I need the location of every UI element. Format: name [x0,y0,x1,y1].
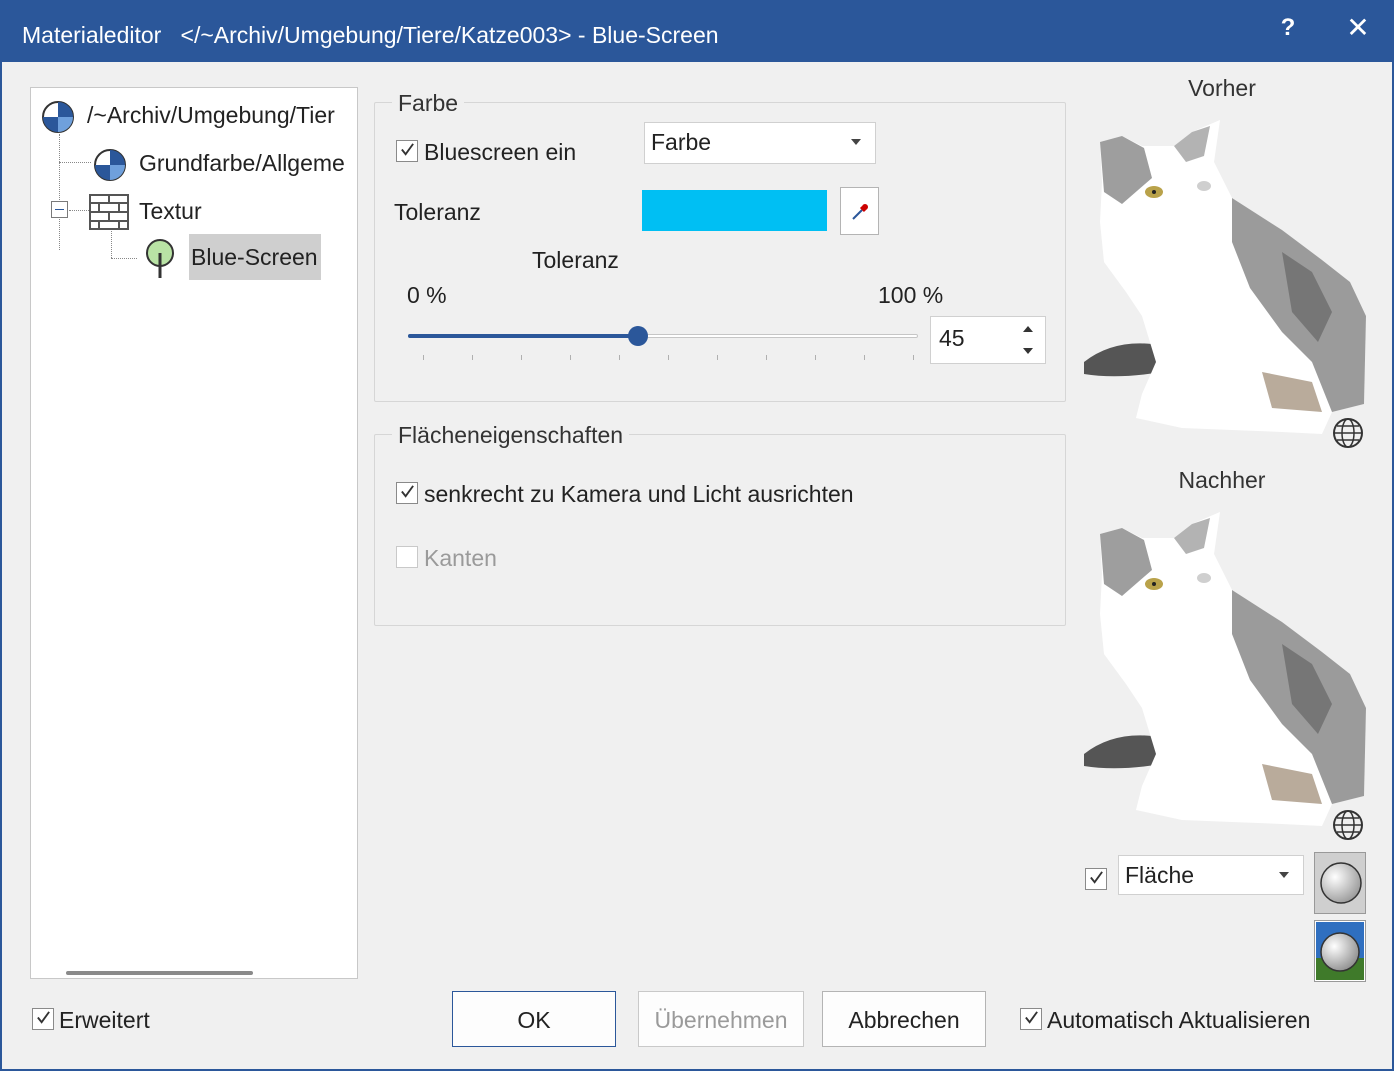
title-bar: Materialeditor </~Archiv/Umgebung/Tiere/… [2,2,1392,62]
help-button[interactable]: ? [1274,10,1302,46]
slider-tick [472,355,473,360]
after-title: Nachher [1178,467,1266,493]
apply-button[interactable]: Übernehmen [638,991,804,1047]
slider-thumb[interactable] [628,326,648,346]
slider-tick [766,355,767,360]
material-sphere-icon [42,101,74,133]
chevron-down-icon [1279,872,1289,878]
tree-icon [146,239,174,278]
before-title: Vorher [1188,75,1256,101]
cancel-button[interactable]: Abbrechen [822,991,986,1047]
tree-connector [59,134,60,250]
kanten-label: Kanten [424,545,497,571]
flaeche-checkbox[interactable] [1085,868,1107,890]
bluescreen-label: Bluescreen ein [424,139,577,165]
farbe-group-title: Farbe [392,90,465,117]
slider-tick [619,355,620,360]
before-preview-image [1082,112,1368,436]
align-checkbox[interactable] [396,482,418,504]
erweitert-checkbox[interactable] [32,1008,54,1030]
eyedropper-icon [852,204,868,220]
checkmark-icon [401,143,414,156]
chevron-down-icon [851,139,861,145]
slider-tick [864,355,865,360]
flaeche-select-value: Fläche [1125,862,1195,888]
checkmark-icon [37,1011,50,1024]
slider-tick [815,355,816,360]
erweitert-label: Erweitert [59,1007,150,1033]
material-tree[interactable]: /~Archiv/Umgebung/Tier Grundfarbe/Allgem… [30,87,358,979]
spin-buttons [1011,317,1045,363]
color-swatch[interactable] [642,190,827,231]
ok-button[interactable]: OK [452,991,616,1047]
spin-up-icon[interactable] [1023,326,1033,332]
tree-connector [111,228,112,258]
tree-connector [59,162,91,163]
toleranz-value: 45 [939,325,965,351]
kanten-checkbox[interactable] [396,546,418,568]
after-preview-image [1082,504,1368,828]
align-label: senkrecht zu Kamera und Licht ausrichten [424,481,854,507]
tree-connector [69,210,89,211]
auto-update-checkbox[interactable] [1020,1008,1042,1030]
material-editor-dialog: Materialeditor </~Archiv/Umgebung/Tiere/… [0,0,1394,1071]
slider-tick [668,355,669,360]
tree-item-root[interactable]: /~Archiv/Umgebung/Tier [41,96,357,136]
flaechen-group-title: Flächeneigenschaften [392,422,630,449]
sphere-landscape-icon [1316,922,1364,980]
brick-wall-icon [89,194,129,230]
collapse-toggle[interactable] [51,201,68,218]
auto-update-label: Automatisch Aktualisieren [1047,1007,1311,1033]
material-sphere-icon [94,149,126,181]
slider-title: Toleranz [532,247,619,273]
toleranz-color-label: Toleranz [394,199,481,225]
close-button[interactable]: ✕ [1342,10,1374,46]
flaeche-select[interactable]: Fläche [1118,855,1304,895]
spin-down-icon[interactable] [1023,348,1033,354]
tree-item-label: /~Archiv/Umgebung/Tier [87,102,335,128]
slider-min-label: 0 % [407,282,447,308]
toleranz-spinbox[interactable]: 45 [930,316,1046,364]
slider-tick [913,355,914,360]
sphere-icon [1320,862,1362,904]
slider-tick [521,355,522,360]
slider-tick [423,355,424,360]
tree-item-label: Blue-Screen [191,244,318,270]
tree-item-blue-screen[interactable]: Blue-Screen [143,238,343,278]
mode-select-value: Farbe [651,129,712,155]
tree-item-textur[interactable]: Textur [89,192,357,232]
checkmark-icon [401,485,414,498]
checkmark-icon [1090,871,1103,884]
tree-item-label: Grundfarbe/Allgeme [139,150,345,176]
horizontal-scrollbar[interactable] [66,971,253,975]
globe-icon[interactable] [1332,417,1364,449]
slider-max-label: 100 % [878,282,944,308]
tree-item-label: Textur [139,198,202,224]
sphere-preview-button[interactable] [1314,852,1366,914]
tree-connector [111,258,137,259]
slider-fill [408,334,638,338]
bluescreen-checkbox[interactable] [396,140,418,162]
globe-icon[interactable] [1332,809,1364,841]
mode-select[interactable]: Farbe [644,122,876,164]
checkmark-icon [1025,1011,1038,1024]
flaechen-group [374,434,1066,626]
eyedropper-button[interactable] [840,187,879,235]
tree-item-grundfarbe[interactable]: Grundfarbe/Allgeme [93,144,357,184]
sphere-landscape-button[interactable] [1314,920,1366,982]
toleranz-slider[interactable] [408,322,918,362]
window-title: Materialeditor </~Archiv/Umgebung/Tiere/… [22,22,719,48]
slider-tick [717,355,718,360]
slider-tick [570,355,571,360]
